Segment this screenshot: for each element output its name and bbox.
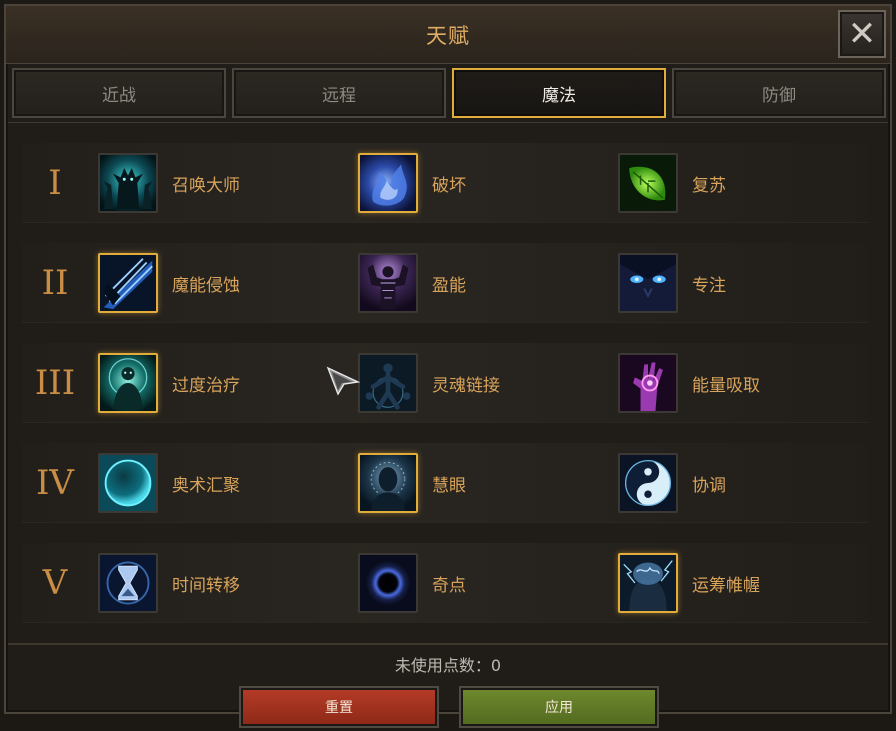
talent-strategist[interactable]: 运筹帷幄 (618, 553, 760, 613)
glowing-eyes-icon (618, 253, 678, 313)
talent-grid: I 召唤大师 破坏 复苏 II 魔能侵蚀 盈能 专注 III 过度治疗 灵魂链接… (8, 122, 888, 644)
talent-insight[interactable]: 慧眼 (358, 453, 466, 513)
talent-name: 时间转移 (172, 575, 240, 596)
hourglass-icon (98, 553, 158, 613)
tab-ranged[interactable]: 远程 (232, 68, 446, 118)
unused-points: 未使用点数：0 (394, 656, 502, 675)
talent-arcane-convergence[interactable]: 奥术汇聚 (98, 453, 240, 513)
green-leaf-icon (618, 153, 678, 213)
talent-name: 能量吸取 (692, 375, 760, 396)
black-hole-icon (358, 553, 418, 613)
close-icon: ✕ (847, 14, 877, 54)
talent-name: 破坏 (432, 175, 466, 196)
talent-soul-link[interactable]: 灵魂链接 (358, 353, 500, 413)
talent-name: 协调 (692, 475, 726, 496)
brain-storm-icon (618, 553, 678, 613)
healing-aura-icon (98, 353, 158, 413)
tier-label: IV (36, 463, 74, 503)
talent-name: 复苏 (692, 175, 726, 196)
mouse-cursor-icon (326, 366, 360, 396)
tab-magic[interactable]: 魔法 (452, 68, 666, 118)
talent-name: 运筹帷幄 (692, 575, 760, 596)
blue-flame-icon (358, 153, 418, 213)
talents-window: 天赋 ✕ 近战 远程 魔法 防御 I 召唤大师 破坏 复苏 II 魔能侵蚀 盈能… (4, 4, 892, 714)
tier-row-4: IV 奥术汇聚 慧眼 协调 (22, 443, 868, 523)
tier-label: II (41, 263, 69, 303)
tier-row-5: V 时间转移 奇点 运筹帷幄 (22, 543, 868, 623)
talent-name: 奇点 (432, 575, 466, 596)
drain-hand-icon (618, 353, 678, 413)
tier-label: V (42, 563, 68, 603)
tab-defense[interactable]: 防御 (672, 68, 886, 118)
tier-row-3: III 过度治疗 灵魂链接 能量吸取 (22, 343, 868, 423)
tier-row-1: I 召唤大师 破坏 复苏 (22, 143, 868, 223)
footer-divider (8, 644, 888, 645)
talent-arcane-erosion[interactable]: 魔能侵蚀 (98, 253, 240, 313)
tier-label: I (48, 163, 62, 203)
talent-name: 过度治疗 (172, 375, 240, 396)
close-button[interactable]: ✕ (838, 10, 886, 58)
talent-harmony[interactable]: 协调 (618, 453, 726, 513)
talent-time-shift[interactable]: 时间转移 (98, 553, 240, 613)
talent-singularity[interactable]: 奇点 (358, 553, 466, 613)
talent-revive[interactable]: 复苏 (618, 153, 726, 213)
tier-label: III (34, 363, 76, 403)
talent-focus[interactable]: 专注 (618, 253, 726, 313)
talent-name: 召唤大师 (172, 175, 240, 196)
tab-melee[interactable]: 近战 (12, 68, 226, 118)
tab-bar: 近战 远程 魔法 防御 (12, 68, 886, 118)
flexing-figure-icon (358, 253, 418, 313)
apply-button[interactable]: 应用 (459, 686, 659, 728)
talent-summon-master[interactable]: 召唤大师 (98, 153, 240, 213)
window-title: 天赋 (426, 23, 470, 48)
yin-yang-icon (618, 453, 678, 513)
talent-name: 魔能侵蚀 (172, 275, 240, 296)
talent-overheal[interactable]: 过度治疗 (98, 353, 240, 413)
demon-summon-icon (98, 153, 158, 213)
talent-name: 奥术汇聚 (172, 475, 240, 496)
reset-button[interactable]: 重置 (239, 686, 439, 728)
title-bar: 天赋 ✕ (6, 6, 890, 64)
talent-name: 慧眼 (432, 475, 466, 496)
arcane-slash-icon (98, 253, 158, 313)
talent-empowered[interactable]: 盈能 (358, 253, 466, 313)
soul-link-icon (358, 353, 418, 413)
arcane-orb-icon (98, 453, 158, 513)
talent-name: 盈能 (432, 275, 466, 296)
enlightened-head-icon (358, 453, 418, 513)
tier-row-2: II 魔能侵蚀 盈能 专注 (22, 243, 868, 323)
talent-name: 专注 (692, 275, 726, 296)
talent-name: 灵魂链接 (432, 375, 500, 396)
talent-destruction[interactable]: 破坏 (358, 153, 466, 213)
talent-energy-drain[interactable]: 能量吸取 (618, 353, 760, 413)
